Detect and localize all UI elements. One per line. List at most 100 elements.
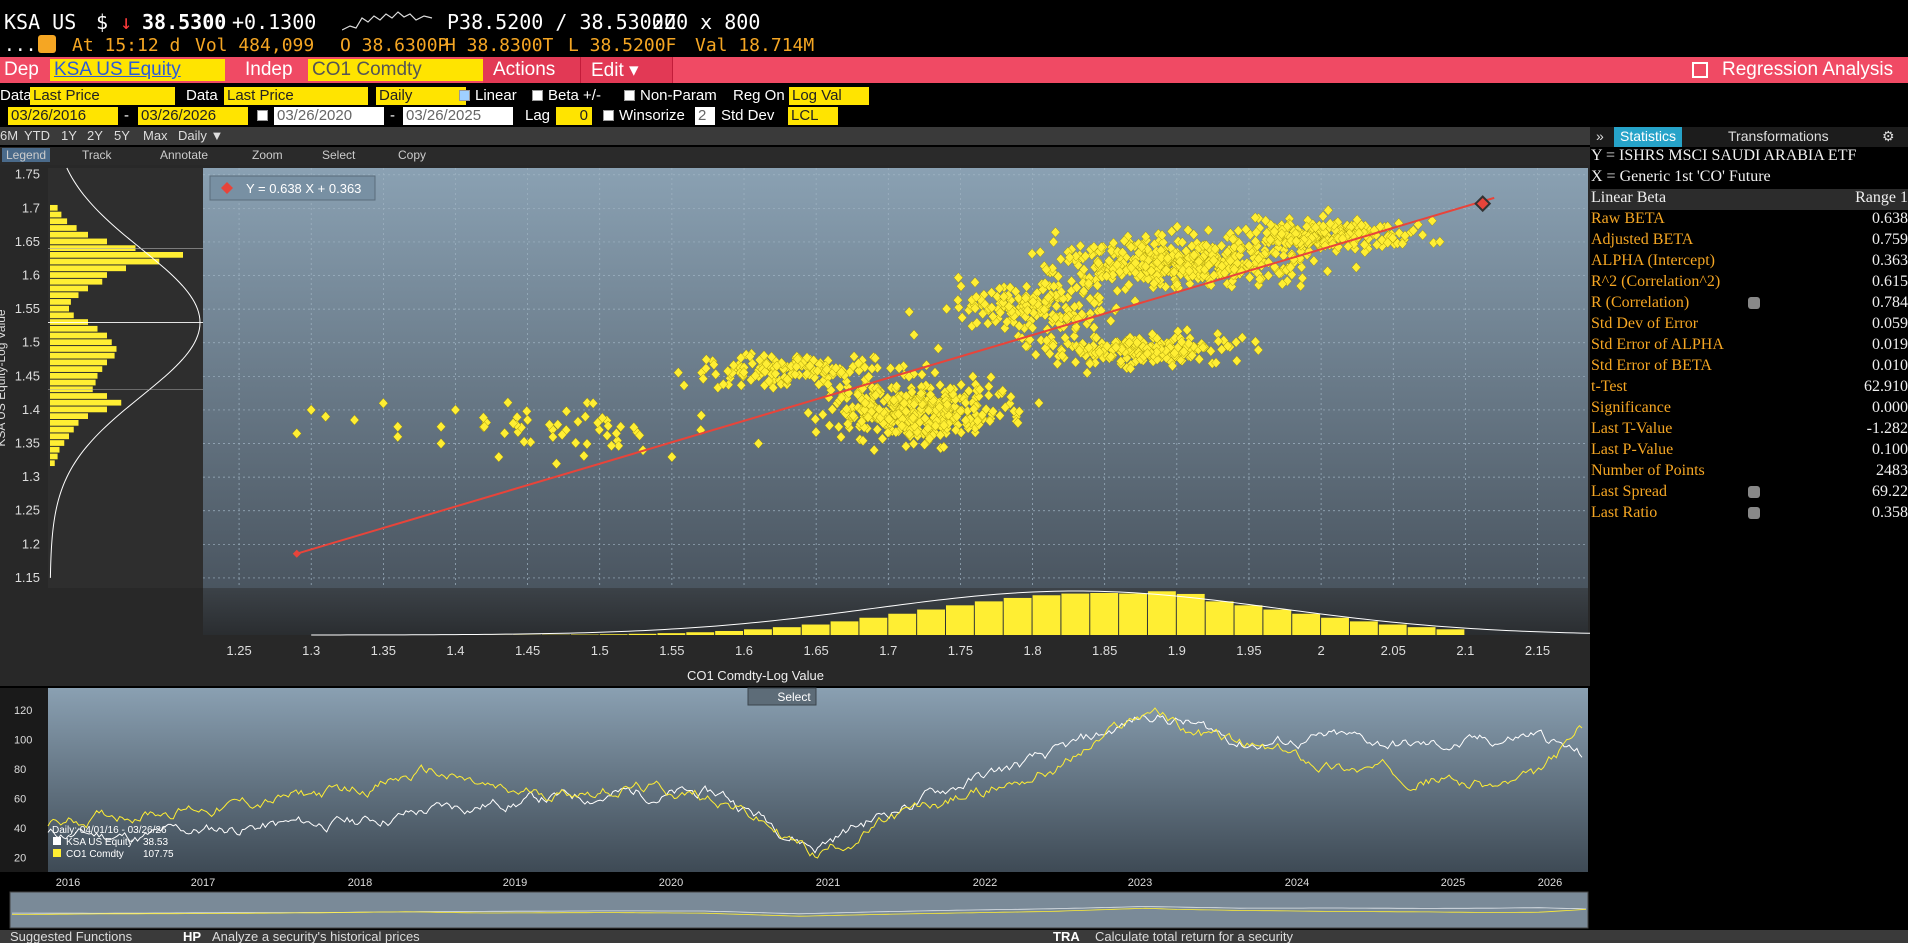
period-bar: 6M YTD 1Y 2Y 5Y Max Daily ▼ [0,127,1590,145]
ts-y-tick: 20 [14,852,26,864]
x-axis-title: CO1 Comdty-Log Value [687,668,824,683]
page-title: Regression Analysis [1722,59,1894,80]
beta-checkbox[interactable] [532,90,543,101]
nonparam-checkbox[interactable] [624,90,635,101]
end-date-1[interactable]: 03/26/2026 [138,107,248,125]
stats-table: Y = ISHRS MSCI SAUDI ARABIA ETF X = Gene… [1590,147,1908,525]
stats-tabs: » Statistics Transformations ⚙ [1590,127,1908,147]
frequency-select[interactable]: Daily [376,87,466,105]
navigator-strip [10,892,1588,928]
legend-button[interactable]: Legend [2,148,51,162]
period-5y[interactable]: 5Y [114,128,130,143]
indep-security-input[interactable]: CO1 Comdty [308,59,483,81]
y-histogram-bar [50,433,69,440]
y-histogram-bar [50,339,112,346]
end-date-2[interactable]: 03/26/2025 [403,107,513,125]
data1-field[interactable]: Last Price [30,87,175,105]
regression-scatter-chart[interactable]: 1.25 1.3 1.35 1.4 1.45 1.5 1.55 1.6 1.65 1.7 1.75 1… [0,165,1610,690]
x-histogram-bar [1321,617,1349,635]
y-tick-label: 1.5 [22,335,40,350]
price-history-chart[interactable]: 120 100 80 60 40 20 Select 2016 2017 2018 2019 2020… [0,686,1590,943]
y-tick-label: 1.6 [22,268,40,283]
stat-row: Number of Points 2483 [1590,462,1908,483]
range2-checkbox[interactable] [257,110,268,121]
y-histogram-bar [50,292,79,299]
y-histogram-bar [50,346,117,352]
stat-label: Std Error of ALPHA [1591,336,1724,353]
x-histogram-bar [917,609,945,635]
legend-series-name: KSA US Equity [66,837,133,848]
lcl-select[interactable]: LCL [788,107,838,125]
start-date-1[interactable]: 03/26/2016 [8,107,118,125]
y-histogram-bar [50,413,88,419]
ts-year-label: 2026 [1538,877,1562,889]
tab-transformations[interactable]: Transformations [1722,127,1835,147]
stat-row: R^2 (Correlation^2) 0.615 [1590,273,1908,294]
x-histogram-bar [974,601,1003,635]
nonparam-label: Non-Param [640,87,717,104]
y-histogram-bar [50,285,88,292]
stat-value: 0.363 [1872,252,1908,269]
edit-menu[interactable]: Edit ▾ [581,57,673,83]
x-histogram-bar [657,633,686,635]
stat-row: Std Dev of Error 0.059 [1590,315,1908,336]
y-histogram-bar [50,352,115,359]
tab-statistics[interactable]: Statistics [1614,127,1683,147]
period-ytd[interactable]: YTD [24,128,50,143]
clock-icon[interactable] [38,35,56,53]
tra-code[interactable]: TRA [1053,929,1080,943]
ts-year-label: 2021 [816,877,840,889]
regon-select[interactable]: Log Val [789,87,869,105]
lag-input[interactable]: 0 [556,107,592,125]
volume: Vol 484,099 [195,35,315,56]
y-histogram-bar [50,399,122,406]
stddev-input[interactable]: 2 [695,107,715,125]
select-range-button[interactable]: Select [747,687,817,706]
copy-button[interactable]: Copy [394,148,430,162]
period-6m[interactable]: 6M [0,128,18,143]
collapse-icon[interactable]: » [1590,127,1610,147]
hp-code[interactable]: HP [183,929,201,943]
zoom-button[interactable]: Zoom [248,148,287,162]
gear-icon[interactable]: ⚙ [1876,127,1901,147]
linear-checkbox[interactable] [459,90,470,101]
scatter-panel: 1.25 1.3 1.35 1.4 1.45 1.5 1.55 1.6 1.65 1.7 1.75 1… [0,165,1610,690]
period-2y[interactable]: 2Y [87,128,103,143]
actions-menu[interactable]: Actions ▾ [483,57,581,103]
start-date-2[interactable]: 03/26/2020 [274,107,384,125]
dep-security-input[interactable]: KSA US Equity [50,59,225,81]
external-link-icon[interactable] [1692,62,1708,78]
x-tick-label: 1.25 [226,643,251,658]
ts-year-label: 2019 [503,877,527,889]
x-histogram-bar [1349,621,1378,635]
track-button[interactable]: Track [78,148,116,162]
data2-field[interactable]: Last Price [224,87,368,105]
ts-year-label: 2020 [659,877,683,889]
chart-toggle-icon[interactable] [1748,507,1760,519]
y-tick-label: 1.7 [22,200,40,215]
x-histogram-bar [1205,601,1234,635]
period-frequency[interactable]: Daily ▼ [178,128,223,143]
period-1y[interactable]: 1Y [61,128,77,143]
bid-ask: P38.5200 / 38.5300Z [447,10,676,34]
y-tick-label: 1.75 [15,167,40,182]
chart-toggle-icon[interactable] [1748,486,1760,498]
ts-y-tick: 40 [14,823,26,835]
stat-value: 0.100 [1872,441,1908,458]
y-histogram-bar [50,245,136,251]
y-histogram-bar [50,299,71,305]
stat-label: Adjusted BETA [1591,231,1694,248]
winsorize-checkbox[interactable] [603,110,614,121]
equation-text: Y = 0.638 X + 0.363 [246,181,361,196]
legend-series-value: 107.75 [143,849,174,860]
annotate-button[interactable]: Annotate [156,148,212,162]
select-label: Select [777,690,811,704]
select-button[interactable]: Select [318,148,359,162]
chart-toggle-icon[interactable] [1748,297,1760,309]
y-histogram-bar [50,319,88,325]
stat-row: Std Error of ALPHA 0.019 [1590,336,1908,357]
x-histogram-bar [1090,593,1119,635]
x-tick-label: 1.7 [879,643,897,658]
bid-ask-size: 200 x 800 [652,10,761,34]
period-max[interactable]: Max [143,128,168,143]
